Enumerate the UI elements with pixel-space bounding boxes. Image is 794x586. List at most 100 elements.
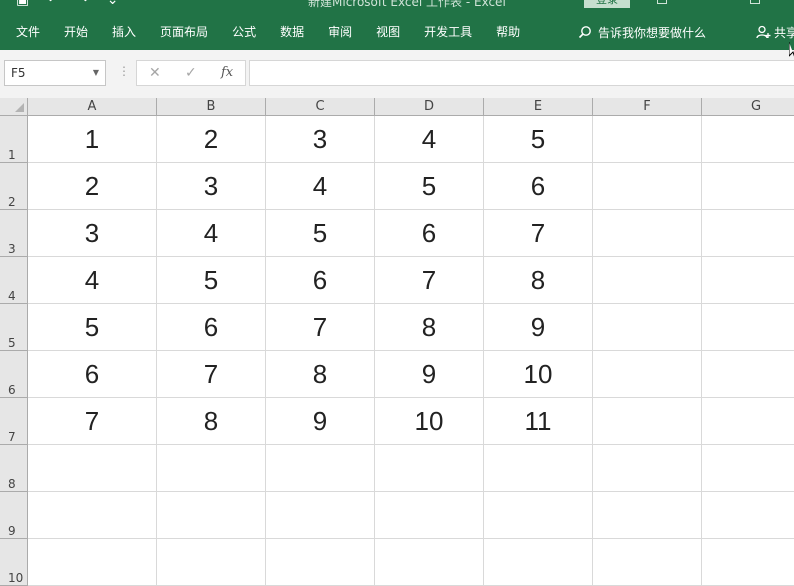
cell-f1[interactable] (593, 116, 702, 163)
cell-f10[interactable] (593, 539, 702, 586)
chevron-down-icon[interactable]: ▼ (93, 61, 99, 85)
row-header-7[interactable]: 7 (0, 398, 28, 445)
tab-6[interactable]: 审阅 (316, 22, 364, 42)
cell-a2[interactable]: 2 (28, 163, 157, 210)
formula-bar-grip-icon[interactable]: ⋮ (118, 64, 130, 78)
save-icon[interactable]: ▣ (16, 0, 29, 8)
row-header-4[interactable]: 4 (0, 257, 28, 304)
cell-a9[interactable] (28, 492, 157, 539)
cell-b3[interactable]: 4 (157, 210, 266, 257)
cell-g3[interactable] (702, 210, 794, 257)
cell-g6[interactable] (702, 351, 794, 398)
cell-c6[interactable]: 8 (266, 351, 375, 398)
cell-c9[interactable] (266, 492, 375, 539)
column-header-f[interactable]: F (593, 98, 702, 116)
cell-b4[interactable]: 5 (157, 257, 266, 304)
tell-me-search[interactable]: 告诉我你想要做什么 (578, 22, 706, 42)
cell-f5[interactable] (593, 304, 702, 351)
tab-0[interactable]: 文件 (0, 22, 52, 42)
column-header-g[interactable]: G (702, 98, 794, 116)
cell-g9[interactable] (702, 492, 794, 539)
restore-window-icon[interactable] (750, 0, 760, 4)
column-header-c[interactable]: C (266, 98, 375, 116)
tab-4[interactable]: 公式 (220, 22, 268, 42)
cell-a4[interactable]: 4 (28, 257, 157, 304)
cell-d2[interactable]: 5 (375, 163, 484, 210)
cell-b5[interactable]: 6 (157, 304, 266, 351)
cell-e7[interactable]: 11 (484, 398, 593, 445)
cell-e9[interactable] (484, 492, 593, 539)
cell-g4[interactable] (702, 257, 794, 304)
tab-3[interactable]: 页面布局 (148, 22, 220, 42)
column-header-b[interactable]: B (157, 98, 266, 116)
cell-c2[interactable]: 4 (266, 163, 375, 210)
cell-c5[interactable]: 7 (266, 304, 375, 351)
cell-e10[interactable] (484, 539, 593, 586)
cell-d3[interactable]: 6 (375, 210, 484, 257)
row-header-2[interactable]: 2 (0, 163, 28, 210)
tab-7[interactable]: 视图 (364, 22, 412, 42)
row-header-9[interactable]: 9 (0, 492, 28, 539)
name-box[interactable]: F5 ▼ (4, 60, 106, 86)
cell-a3[interactable]: 3 (28, 210, 157, 257)
cell-g7[interactable] (702, 398, 794, 445)
cell-b8[interactable] (157, 445, 266, 492)
cell-b9[interactable] (157, 492, 266, 539)
tab-5[interactable]: 数据 (268, 22, 316, 42)
column-header-a[interactable]: A (28, 98, 157, 116)
row-header-3[interactable]: 3 (0, 210, 28, 257)
cell-e2[interactable]: 6 (484, 163, 593, 210)
row-header-8[interactable]: 8 (0, 445, 28, 492)
login-button[interactable]: 登录 (584, 0, 630, 8)
cell-e5[interactable]: 9 (484, 304, 593, 351)
select-all-button[interactable] (0, 98, 28, 116)
cell-b10[interactable] (157, 539, 266, 586)
cell-d7[interactable]: 10 (375, 398, 484, 445)
cell-c4[interactable]: 6 (266, 257, 375, 304)
cell-f4[interactable] (593, 257, 702, 304)
cell-f2[interactable] (593, 163, 702, 210)
cell-d5[interactable]: 8 (375, 304, 484, 351)
cell-f3[interactable] (593, 210, 702, 257)
tab-9[interactable]: 帮助 (484, 22, 532, 42)
tab-1[interactable]: 开始 (52, 22, 100, 42)
cell-b2[interactable]: 3 (157, 163, 266, 210)
cell-g8[interactable] (702, 445, 794, 492)
row-header-10[interactable]: 10 (0, 539, 28, 586)
cell-e4[interactable]: 8 (484, 257, 593, 304)
customize-qat-icon[interactable]: ⌄ (107, 0, 119, 8)
cell-e1[interactable]: 5 (484, 116, 593, 163)
tab-2[interactable]: 插入 (100, 22, 148, 42)
cell-d9[interactable] (375, 492, 484, 539)
cancel-icon[interactable]: ✕ (149, 61, 161, 85)
cell-g1[interactable] (702, 116, 794, 163)
cell-f9[interactable] (593, 492, 702, 539)
cell-a5[interactable]: 5 (28, 304, 157, 351)
cell-d10[interactable] (375, 539, 484, 586)
cell-g2[interactable] (702, 163, 794, 210)
column-header-e[interactable]: E (484, 98, 593, 116)
cell-c8[interactable] (266, 445, 375, 492)
row-header-6[interactable]: 6 (0, 351, 28, 398)
cell-c10[interactable] (266, 539, 375, 586)
cell-d4[interactable]: 7 (375, 257, 484, 304)
undo-icon[interactable]: ↶ (47, 0, 59, 8)
redo-icon[interactable]: ↷ (77, 0, 89, 8)
row-header-1[interactable]: 1 (0, 116, 28, 163)
cell-d6[interactable]: 9 (375, 351, 484, 398)
cell-f7[interactable] (593, 398, 702, 445)
cell-a1[interactable]: 1 (28, 116, 157, 163)
column-header-d[interactable]: D (375, 98, 484, 116)
cell-g10[interactable] (702, 539, 794, 586)
tab-8[interactable]: 开发工具 (412, 22, 484, 42)
formula-input[interactable] (249, 60, 794, 86)
cell-d1[interactable]: 4 (375, 116, 484, 163)
cell-a7[interactable]: 7 (28, 398, 157, 445)
cell-b7[interactable]: 8 (157, 398, 266, 445)
cell-e6[interactable]: 10 (484, 351, 593, 398)
cell-a8[interactable] (28, 445, 157, 492)
share-button[interactable]: 共享 (756, 22, 794, 42)
cell-e3[interactable]: 7 (484, 210, 593, 257)
cell-b6[interactable]: 7 (157, 351, 266, 398)
cell-e8[interactable] (484, 445, 593, 492)
